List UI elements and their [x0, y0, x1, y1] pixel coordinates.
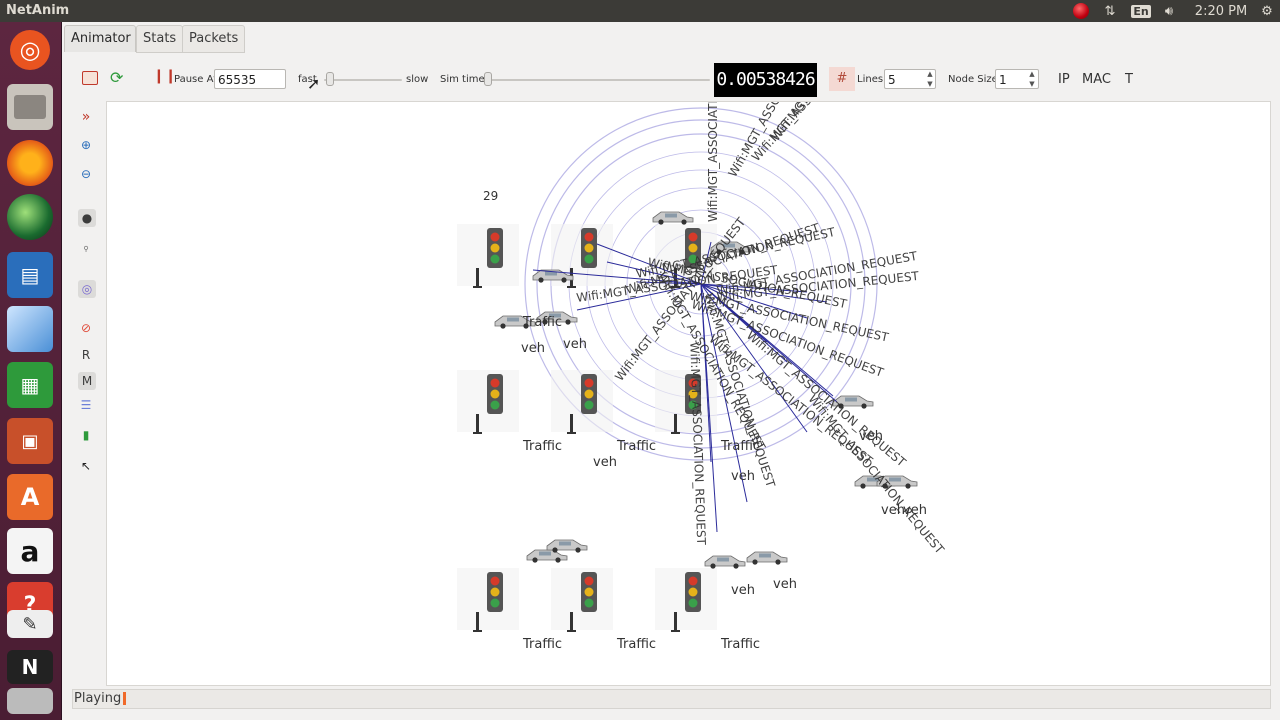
volume-icon[interactable]: 🔊︎ — [1158, 0, 1180, 22]
zoom-out-icon[interactable]: ⊖ — [78, 166, 94, 182]
firefox-icon[interactable] — [7, 140, 53, 186]
node-size-spin-arrows[interactable]: ▲ ▼ — [1026, 69, 1038, 89]
packet-label: Wifi:MGT_ASSOCIATION_REQUEST — [725, 102, 839, 179]
speed-slider-track[interactable] — [324, 79, 402, 81]
open-file-icon[interactable] — [82, 71, 98, 85]
vehicle-node-label: veh — [903, 503, 927, 518]
reload-icon[interactable]: ⟳ — [110, 68, 123, 87]
sim-time-label: Sim time — [440, 74, 485, 85]
node-id-label: 29 — [483, 189, 498, 203]
traffic-node-label: Traffic — [720, 637, 760, 652]
lines-spin-arrows[interactable]: ▲ ▼ — [924, 69, 936, 89]
vehicle-icon[interactable] — [704, 555, 746, 569]
globe-icon[interactable] — [7, 194, 53, 240]
speed-slider-handle[interactable] — [326, 72, 334, 86]
traffic-light-icon[interactable] — [551, 370, 613, 434]
power-icon[interactable]: ⚙︎ — [1258, 0, 1276, 22]
animation-canvas[interactable]: Wifi:MGT_ASSOCIATION_REQUEST Wifi:MGT_ASS… — [106, 101, 1271, 686]
vehicle-icon[interactable] — [652, 211, 694, 225]
zoom-in-icon[interactable]: ⊕ — [78, 137, 94, 153]
launcher: ◎ ▤ ▦ ▣ A a ? ✎ N — [0, 22, 62, 720]
traffic-light-icon[interactable] — [551, 568, 613, 632]
no-packets-icon[interactable]: ⊘ — [78, 320, 94, 336]
writer-icon[interactable]: ▤ — [7, 252, 53, 298]
show-ip-icon[interactable]: ⚲ — [78, 241, 94, 257]
top-panel: NetAnim ⇅ En 🔊︎ 2:20 PM ⚙︎ — [0, 0, 1280, 22]
tab-packets[interactable]: Packets — [182, 25, 246, 53]
vehicle-node-label: veh — [521, 341, 545, 356]
traffic-node-label: Traffic — [616, 439, 656, 454]
traffic-light-icon[interactable] — [655, 568, 717, 632]
vehicle-node-label: veh — [773, 577, 797, 592]
vehicle-node-label: veh — [731, 469, 755, 484]
network-icon[interactable]: ⇅ — [1100, 0, 1120, 22]
wireless-circles-icon[interactable]: ◎ — [78, 280, 96, 298]
node-size-label: Node Size — [948, 74, 998, 85]
amazon-icon[interactable]: a — [7, 528, 53, 574]
vehicle-icon[interactable] — [746, 551, 788, 565]
vehicle-node-label: veh — [731, 583, 755, 598]
routing-toggle[interactable]: R — [78, 347, 94, 363]
packet-label: Wifi:MGT_ASSOCIATION_REQUEST — [805, 392, 947, 557]
ip-toggle[interactable]: IP — [1058, 72, 1070, 87]
calc-icon[interactable]: ▦ — [7, 362, 53, 408]
vehicle-icon[interactable] — [546, 539, 588, 553]
files-icon[interactable] — [7, 84, 53, 130]
stack-icon[interactable] — [7, 688, 53, 714]
pause-at-label: Pause At — [174, 74, 218, 85]
mac-toggle[interactable]: MAC — [1082, 72, 1111, 87]
vehicle-icon[interactable] — [526, 549, 568, 563]
impress-icon[interactable]: ▣ — [7, 418, 53, 464]
packet-label: Wifi:MGT_ASSOCIATION_REQUEST — [768, 102, 905, 144]
traffic-node-label: Traffic — [522, 637, 562, 652]
slow-label: slow — [406, 74, 429, 85]
animation-scene: Wifi:MGT_ASSOCIATION_REQUESTWifi:MGT_ASS… — [457, 102, 947, 652]
sim-time-slider-track[interactable] — [482, 79, 710, 81]
vehicle-node-label: veh — [593, 455, 617, 470]
software-center-icon[interactable]: A — [7, 474, 53, 520]
box-icon[interactable] — [7, 306, 53, 352]
simulation-clock: 0.00538426 — [714, 63, 817, 97]
status-bar: Playing — [72, 689, 1271, 709]
traffic-node-label: Traffic — [522, 439, 562, 454]
traffic-light-icon[interactable] — [457, 224, 519, 288]
status-text: Playing — [74, 691, 122, 706]
mouse-cursor-icon: ➚ — [307, 74, 321, 93]
lines-label: Lines — [857, 74, 884, 85]
netanim-icon[interactable]: N — [7, 650, 53, 684]
keyboard-layout-indicator[interactable]: En — [1130, 0, 1152, 22]
vehicle-node-label: veh — [859, 429, 883, 444]
vehicle-node-label: veh — [563, 337, 587, 352]
show-nodes-icon[interactable]: » — [78, 109, 94, 125]
grid-toggle-icon[interactable]: # — [829, 67, 855, 91]
traffic-node-label: Traffic — [616, 637, 656, 652]
traffic-node-label: Traffic — [720, 439, 760, 454]
pause-at-input[interactable]: 65535 — [214, 69, 286, 89]
tab-animator[interactable]: Animator — [64, 25, 136, 52]
mobility-toggle[interactable]: M — [78, 372, 96, 390]
packet-lines-icon[interactable]: ☰ — [78, 397, 94, 413]
pointer-tool-icon[interactable]: ↖ — [78, 458, 94, 474]
traffic-light-icon[interactable] — [457, 370, 519, 434]
node-color-icon[interactable]: ● — [78, 209, 96, 227]
sim-time-slider-handle[interactable] — [484, 72, 492, 86]
t-toggle[interactable]: T — [1125, 72, 1133, 87]
record-indicator-icon[interactable] — [1071, 0, 1091, 22]
netanim-window: Animator Stats Packets ⟳ ❙❙ Pause At 655… — [62, 22, 1280, 720]
keyboard-layout-label: En — [1131, 4, 1151, 18]
ubuntu-dash-icon[interactable]: ◎ — [10, 30, 50, 70]
pause-button[interactable]: ❙❙ — [153, 68, 176, 84]
packet-label: Wifi:MGT_ASSOCIATION_REQUEST — [706, 102, 720, 222]
clock[interactable]: 2:20 PM — [1190, 0, 1252, 22]
vehicle-node-label: veh — [881, 503, 905, 518]
traffic-node-label: Traffic — [522, 315, 562, 330]
editor-icon[interactable]: ✎ — [7, 610, 53, 638]
window-title: NetAnim — [6, 3, 70, 18]
traffic-light-icon[interactable] — [457, 568, 519, 632]
battery-icon[interactable]: ▮ — [78, 427, 94, 443]
tab-stats[interactable]: Stats — [136, 25, 184, 53]
